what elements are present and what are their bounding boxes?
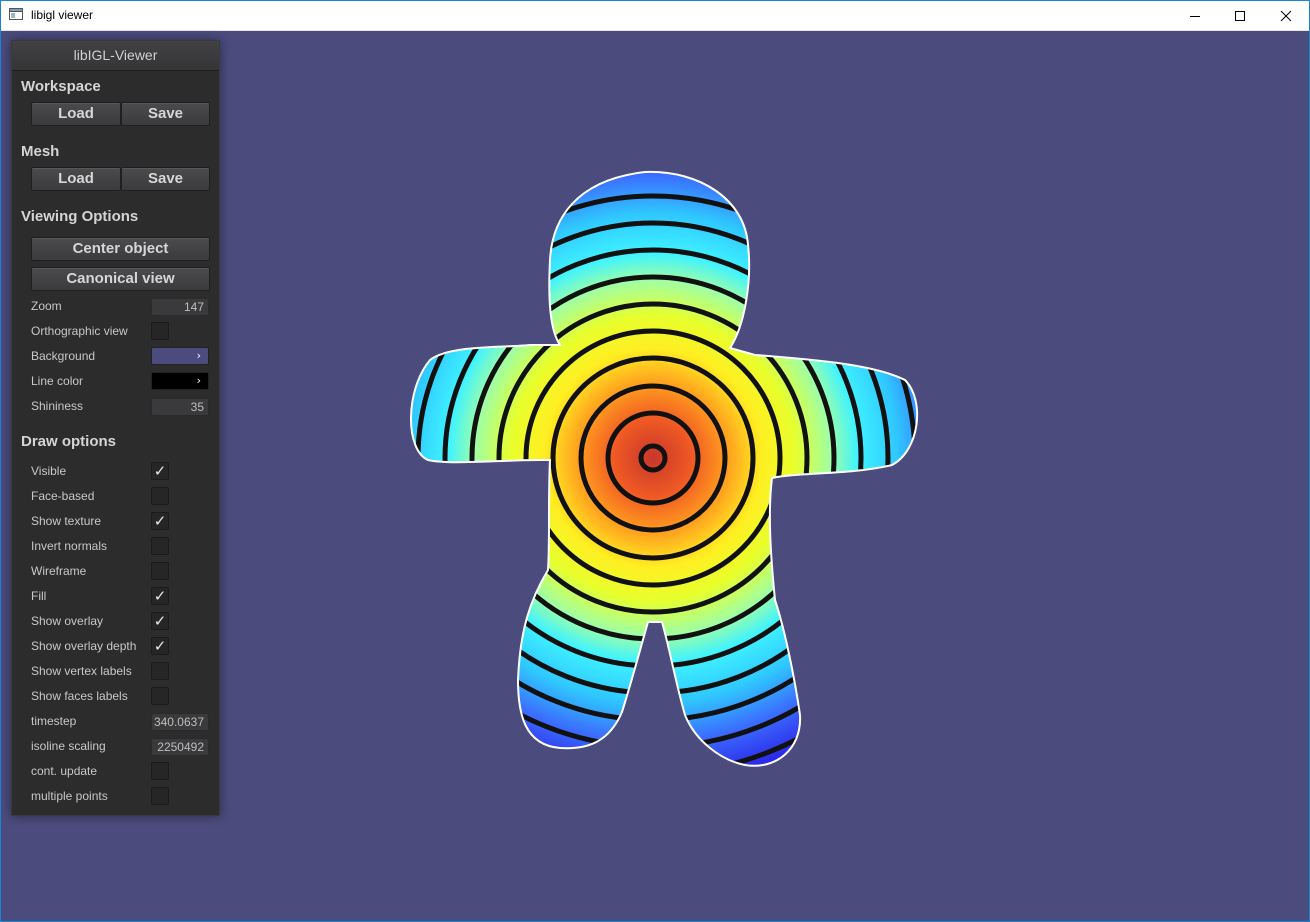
window-titlebar: libigl viewer <box>0 0 1310 31</box>
cont-update-checkbox[interactable] <box>151 762 169 780</box>
maximize-icon <box>1235 10 1245 21</box>
show-overlay-checkbox[interactable]: ✓ <box>151 612 169 630</box>
show-texture-checkbox[interactable]: ✓ <box>151 512 169 530</box>
face-based-label: Face-based <box>31 489 95 503</box>
window-title: libigl viewer <box>31 8 94 22</box>
mesh-heading: Mesh <box>21 143 60 160</box>
maximize-button[interactable] <box>1217 0 1263 31</box>
minimize-button[interactable] <box>1172 0 1218 31</box>
show-vertex-labels-label: Show vertex labels <box>31 664 132 678</box>
wireframe-label: Wireframe <box>31 564 87 578</box>
shininess-field[interactable]: 35 <box>151 398 209 416</box>
minimize-icon <box>1190 15 1200 17</box>
cont-update-label: cont. update <box>31 764 98 778</box>
mesh-save-button[interactable]: Save <box>121 167 210 191</box>
background-label: Background <box>31 349 96 363</box>
show-overlay-depth-label: Show overlay depth <box>31 639 137 653</box>
close-icon <box>1280 10 1292 21</box>
show-faces-labels-checkbox[interactable] <box>151 687 169 705</box>
app-window-icon <box>9 8 23 20</box>
shininess-label: Shininess <box>31 399 84 413</box>
chevron-right-icon: › <box>196 349 201 362</box>
panel-title[interactable]: libIGL-Viewer <box>12 41 219 71</box>
workspace-save-button[interactable]: Save <box>121 102 210 126</box>
line-color-picker[interactable]: › <box>151 372 209 390</box>
fill-label: Fill <box>31 589 47 603</box>
close-button[interactable] <box>1263 0 1309 31</box>
show-overlay-depth-checkbox[interactable]: ✓ <box>151 637 169 655</box>
draw-options-heading: Draw options <box>21 433 117 450</box>
mesh-surface <box>410 171 918 766</box>
zoom-label: Zoom <box>31 299 62 313</box>
face-based-checkbox[interactable] <box>151 487 169 505</box>
show-faces-labels-label: Show faces labels <box>31 689 128 703</box>
timestep-label: timestep <box>31 714 77 728</box>
background-color-picker[interactable]: › <box>151 347 209 365</box>
mesh-render[interactable] <box>400 160 930 780</box>
show-vertex-labels-checkbox[interactable] <box>151 662 169 680</box>
canonical-view-button[interactable]: Canonical view <box>31 267 210 291</box>
visible-label: Visible <box>31 464 67 478</box>
center-object-button[interactable]: Center object <box>31 237 210 261</box>
invert-normals-checkbox[interactable] <box>151 537 169 555</box>
chevron-right-icon: › <box>196 374 201 387</box>
timestep-field[interactable]: 340.0637 <box>151 713 209 731</box>
multiple-points-checkbox[interactable] <box>151 787 169 805</box>
isoline-scaling-label: isoline scaling <box>31 739 106 753</box>
workspace-load-button[interactable]: Load <box>31 102 121 126</box>
multiple-points-label: multiple points <box>31 789 108 803</box>
viewing-options-heading: Viewing Options <box>21 208 139 225</box>
viewer-panel: libIGL-Viewer Workspace Load Save Mesh L… <box>11 40 220 816</box>
zoom-field[interactable]: 147 <box>151 298 209 316</box>
wireframe-checkbox[interactable] <box>151 562 169 580</box>
isoline-scaling-field[interactable]: 2250492 <box>151 738 209 756</box>
workspace-heading: Workspace <box>21 78 101 95</box>
mesh-load-button[interactable]: Load <box>31 167 121 191</box>
fill-checkbox[interactable]: ✓ <box>151 587 169 605</box>
orthographic-checkbox[interactable] <box>151 322 169 340</box>
show-overlay-label: Show overlay <box>31 614 104 628</box>
invert-normals-label: Invert normals <box>31 539 108 553</box>
visible-checkbox[interactable]: ✓ <box>151 462 169 480</box>
line-color-label: Line color <box>31 374 84 388</box>
show-texture-label: Show texture <box>31 514 102 528</box>
orthographic-label: Orthographic view <box>31 324 128 338</box>
